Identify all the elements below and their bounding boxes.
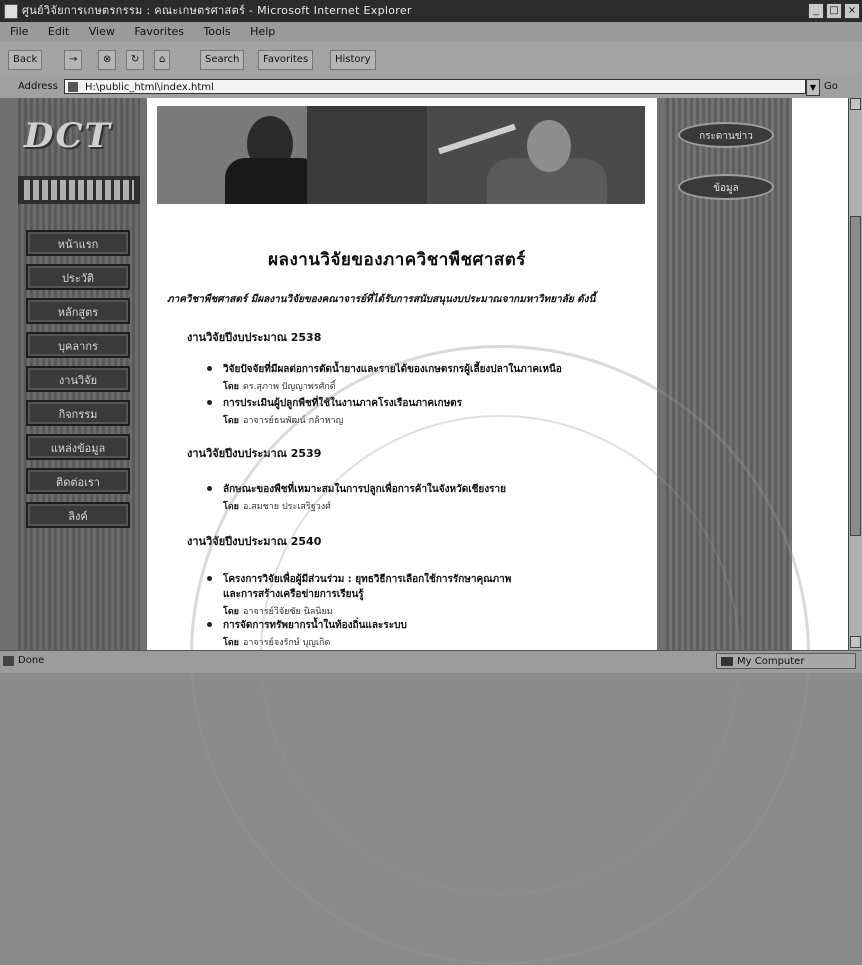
menu-file[interactable]: File <box>10 25 28 38</box>
title-bar: ศูนย์วิจัยการเกษตรกรรม : คณะเกษตรศาสตร์ … <box>0 0 862 22</box>
nav-item-contact[interactable]: ติดต่อเรา <box>26 468 130 494</box>
back-button[interactable]: Back <box>8 50 43 70</box>
author-name: อาจารย์วิจัยชัย นิลนิยม <box>242 607 333 617</box>
by-label: โดย <box>223 638 239 648</box>
minimize-button[interactable]: _ <box>808 3 824 19</box>
bullet-icon <box>207 400 212 405</box>
bullet-icon <box>207 366 212 371</box>
history-button[interactable]: History <box>330 50 376 70</box>
research-author: โดย อาจารย์วิจัยชัย นิลนิยม <box>223 604 511 618</box>
info-button[interactable]: ข้อมูล <box>678 174 774 200</box>
by-label: โดย <box>223 416 239 426</box>
address-label: Address <box>18 81 58 92</box>
page-done-icon <box>3 656 14 666</box>
research-item: โครงการวิจัยเพื่อผู้มีส่วนร่วม : ยุทธวิธ… <box>207 572 511 618</box>
banner-photo <box>157 106 645 204</box>
right-blank-pane <box>792 98 848 650</box>
go-button[interactable]: Go <box>824 79 838 95</box>
author-name: อาจารย์จงรักษ์ บุญเกิด <box>242 638 331 648</box>
banner-person-2 <box>527 120 571 172</box>
nav-item-staff[interactable]: บุคลากร <box>26 332 130 358</box>
address-input[interactable]: H:\public_html\index.html <box>64 79 806 94</box>
status-text: Done <box>18 655 45 666</box>
research-title[interactable]: โครงการวิจัยเพื่อผู้มีส่วนร่วม : ยุทธวิธ… <box>223 572 511 587</box>
by-label: โดย <box>223 382 239 392</box>
logo-band <box>18 176 140 204</box>
security-zone: My Computer <box>716 653 856 669</box>
research-item: การจัดการทรัพยากรน้ำในท้องถิ่นและระบบ โด… <box>207 618 407 649</box>
research-title[interactable]: การประเมินผู้ปลูกพืชที่ใช้ในงานภาคโรงเรื… <box>223 396 462 411</box>
favorites-button[interactable]: Favorites <box>258 50 314 70</box>
bullet-icon <box>207 576 212 581</box>
vertical-scrollbar[interactable] <box>848 98 862 650</box>
menu-favorites[interactable]: Favorites <box>134 25 184 38</box>
research-author: โดย อ.สมชาย ประเสริฐวงศ์ <box>223 499 506 513</box>
address-bar: Address H:\public_html\index.html ▼ Go <box>0 76 862 99</box>
page-icon <box>68 82 78 92</box>
menu-view[interactable]: View <box>89 25 115 38</box>
menu-help[interactable]: Help <box>250 25 275 38</box>
ie-window-icon[interactable] <box>4 4 18 19</box>
banner-photo-middle <box>307 106 427 204</box>
scroll-up-button[interactable] <box>850 98 861 110</box>
logo-band-text <box>24 180 134 200</box>
author-name: ดร.สุภาพ ปัญญาพรศักดิ์ <box>242 382 336 392</box>
research-item: วิจัยปัจจัยที่มีผลต่อการตัดน้ำยางและรายไ… <box>207 362 562 393</box>
stop-button[interactable]: ⊗ <box>98 50 117 70</box>
research-author: โดย อาจารย์จงรักษ์ บุญเกิด <box>223 635 407 649</box>
nav-item-home[interactable]: หน้าแรก <box>26 230 130 256</box>
research-title-line2[interactable]: และการสร้างเครือข่ายการเรียนรู้ <box>223 587 511 602</box>
nav-item-links[interactable]: ลิงค์ <box>26 502 130 528</box>
by-label: โดย <box>223 607 239 617</box>
window-title: ศูนย์วิจัยการเกษตรกรรม : คณะเกษตรศาสตร์ … <box>22 4 412 17</box>
research-item: ลักษณะของพืชที่เหมาะสมในการปลูกเพื่อการค… <box>207 482 506 513</box>
page-heading: ผลงานวิจัยของภาควิชาพืชศาสตร์ <box>268 250 526 270</box>
window-controls: _ □ × <box>808 3 860 19</box>
scroll-down-button[interactable] <box>850 636 861 648</box>
zone-label: My Computer <box>737 656 805 667</box>
home-button[interactable]: ⌂ <box>154 50 171 70</box>
right-navigation: กระดานข่าว ข้อมูล <box>666 98 792 650</box>
refresh-button[interactable]: ↻ <box>126 50 145 70</box>
close-button[interactable]: × <box>844 3 860 19</box>
nav-item-resources[interactable]: แหล่งข้อมูล <box>26 434 130 460</box>
research-title[interactable]: ลักษณะของพืชที่เหมาะสมในการปลูกเพื่อการค… <box>223 482 506 497</box>
menu-bar: File Edit View Favorites Tools Help <box>0 22 862 42</box>
research-item: การประเมินผู้ปลูกพืชที่ใช้ในงานภาคโรงเรื… <box>207 396 462 427</box>
research-title[interactable]: วิจัยปัจจัยที่มีผลต่อการตัดน้ำยางและรายไ… <box>223 362 562 377</box>
author-name: อ.สมชาย ประเสริฐวงศ์ <box>242 502 331 512</box>
menu-tools[interactable]: Tools <box>204 25 231 38</box>
left-navigation: DCT หน้าแรก ประวัติ หลักสูตร บุคลากร งาน… <box>18 98 140 650</box>
page-viewport: DCT หน้าแรก ประวัติ หลักสูตร บุคลากร งาน… <box>0 98 848 650</box>
computer-icon <box>721 657 733 666</box>
section-title-2540: งานวิจัยปีงบประมาณ 2540 <box>187 535 322 548</box>
news-board-button[interactable]: กระดานข่าว <box>678 122 774 148</box>
by-label: โดย <box>223 502 239 512</box>
forward-button[interactable]: → <box>64 50 83 70</box>
address-value: H:\public_html\index.html <box>85 82 214 93</box>
search-button[interactable]: Search <box>200 50 245 70</box>
intro-text: ภาควิชาพืชศาสตร์ มีผลงานวิจัยของคณาจารย์… <box>167 294 596 305</box>
research-author: โดย อาจารย์ธนพัฒน์ กล้าหาญ <box>223 413 462 427</box>
toolbar: Back → ⊗ ↻ ⌂ Search Favorites History <box>0 42 862 77</box>
bullet-icon <box>207 622 212 627</box>
scroll-thumb[interactable] <box>850 216 861 536</box>
status-bar: Done My Computer <box>0 650 862 673</box>
section-title-2539: งานวิจัยปีงบประมาณ 2539 <box>187 447 322 460</box>
nav-item-history[interactable]: ประวัติ <box>26 264 130 290</box>
research-author: โดย ดร.สุภาพ ปัญญาพรศักดิ์ <box>223 379 562 393</box>
menu-edit[interactable]: Edit <box>48 25 69 38</box>
site-logo[interactable]: DCT <box>24 116 134 174</box>
nav-item-research[interactable]: งานวิจัย <box>26 366 130 392</box>
nav-item-curriculum[interactable]: หลักสูตร <box>26 298 130 324</box>
section-title-2538: งานวิจัยปีงบประมาณ 2538 <box>187 331 322 344</box>
nav-item-activities[interactable]: กิจกรรม <box>26 400 130 426</box>
address-dropdown-button[interactable]: ▼ <box>806 79 820 96</box>
author-name: อาจารย์ธนพัฒน์ กล้าหาญ <box>242 416 344 426</box>
main-content: ผลงานวิจัยของภาควิชาพืชศาสตร์ ภาควิชาพืช… <box>147 98 657 650</box>
logo-text: DCT <box>24 116 112 156</box>
research-title[interactable]: การจัดการทรัพยากรน้ำในท้องถิ่นและระบบ <box>223 618 407 633</box>
bullet-icon <box>207 486 212 491</box>
maximize-button[interactable]: □ <box>826 3 842 19</box>
